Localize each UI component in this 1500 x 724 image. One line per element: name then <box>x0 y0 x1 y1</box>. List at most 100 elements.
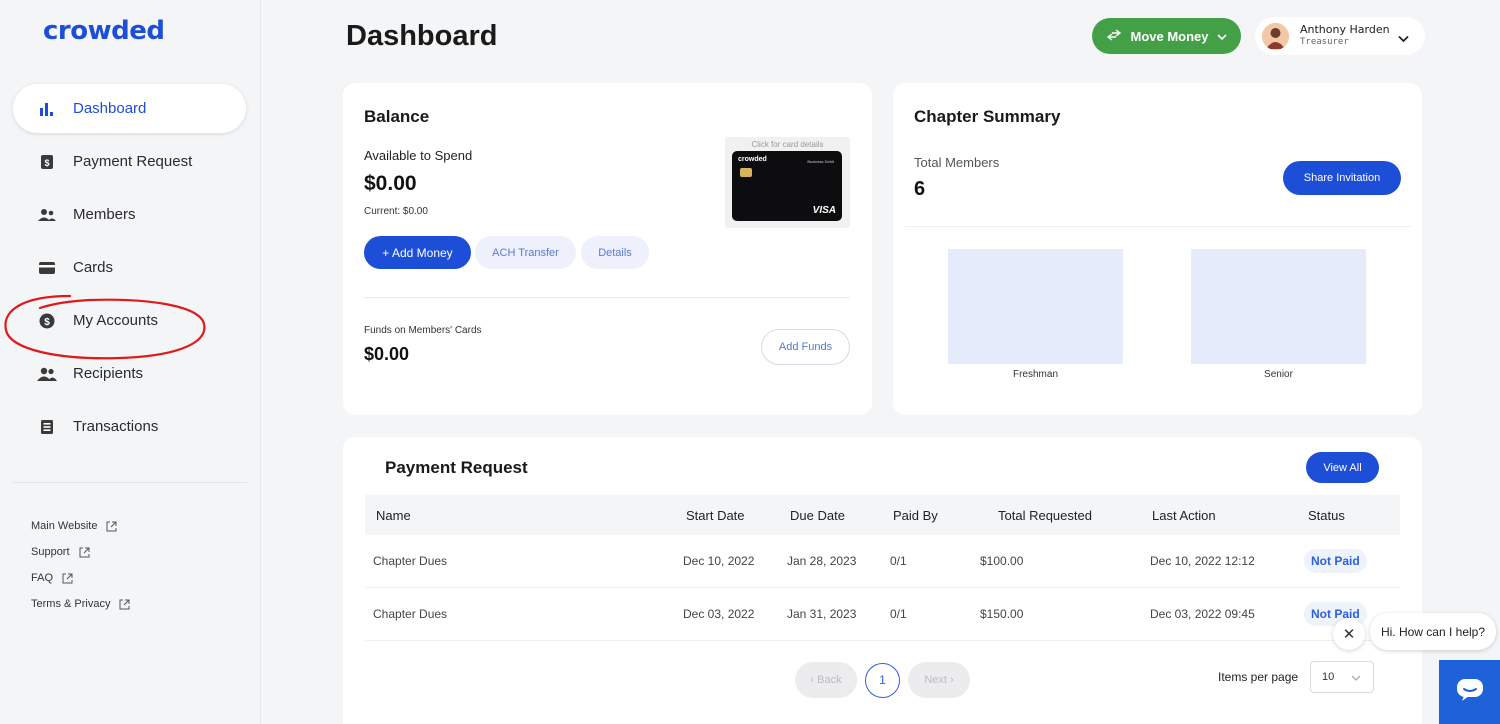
col-status: Status <box>1308 507 1345 523</box>
cell-name: Chapter Dues <box>373 554 448 568</box>
user-menu[interactable]: Anthony Harden Treasurer <box>1255 17 1425 55</box>
sidebar-item-transactions[interactable]: Transactions <box>13 402 246 451</box>
sidebar: crowded Dashboard $ Payment Request Memb… <box>0 0 261 724</box>
dollar-circle-icon: $ <box>37 313 57 329</box>
cell-total: $100.00 <box>980 554 1024 568</box>
chat-launcher-button[interactable] <box>1439 660 1500 724</box>
card-brand: crowded <box>738 156 767 163</box>
external-link-icon <box>79 547 90 558</box>
chart-bar-senior <box>1191 249 1366 364</box>
summary-title: Chapter Summary <box>914 107 1061 126</box>
details-button[interactable]: Details <box>581 236 649 269</box>
sidebar-item-cards[interactable]: Cards <box>13 243 246 292</box>
chevron-down-icon <box>1351 673 1361 685</box>
sidebar-item-label: Members <box>73 206 136 223</box>
members-by-class-chart: Freshman Senior <box>948 249 1366 380</box>
cell-start-date: Dec 03, 2022 <box>683 607 755 621</box>
user-name: Anthony Harden <box>1300 23 1390 36</box>
sidebar-nav: Dashboard $ Payment Request Members Card… <box>13 84 246 455</box>
table-row[interactable]: Chapter Dues Dec 03, 2022 Jan 31, 2023 0… <box>365 588 1400 641</box>
cell-total: $150.00 <box>980 607 1024 621</box>
cell-name: Chapter Dues <box>373 607 448 621</box>
chapter-summary-card: Chapter Summary Total Members 6 Share In… <box>893 83 1422 415</box>
cell-start-date: Dec 10, 2022 <box>683 554 755 568</box>
pager-back-button[interactable]: ‹ Back <box>795 662 857 698</box>
move-money-button[interactable]: Move Money <box>1092 18 1241 54</box>
cell-paid-by: 0/1 <box>890 607 907 621</box>
items-per-page-label: Items per page <box>1218 670 1299 684</box>
user-role: Treasurer <box>1300 37 1349 47</box>
recipients-icon <box>37 367 57 381</box>
sidebar-item-dashboard[interactable]: Dashboard <box>13 84 246 133</box>
payment-request-card: Payment Request View All Name Start Date… <box>343 437 1422 724</box>
link-support[interactable]: Support <box>31 539 130 565</box>
chart-category-label: Senior <box>1264 369 1294 380</box>
available-amount: $0.00 <box>364 172 417 195</box>
cell-due-date: Jan 31, 2023 <box>787 607 857 621</box>
external-links: Main Website Support FAQ Terms & Privacy <box>31 513 130 617</box>
members-icon <box>37 208 57 222</box>
total-members-value: 6 <box>914 178 926 200</box>
external-link-icon <box>106 521 117 532</box>
card-type: Business Debit <box>807 159 834 164</box>
pager-next-button[interactable]: Next › <box>908 662 970 698</box>
items-per-page-select[interactable]: 10 <box>1310 661 1374 693</box>
share-invitation-button[interactable]: Share Invitation <box>1283 161 1401 195</box>
debit-card-preview[interactable]: Click for card details crowded Business … <box>725 137 850 228</box>
chevron-down-icon <box>1398 30 1409 48</box>
col-start-date: Start Date <box>686 507 745 523</box>
cell-due-date: Jan 28, 2023 <box>787 554 857 568</box>
link-main-website[interactable]: Main Website <box>31 513 130 539</box>
cell-last-action: Dec 03, 2022 09:45 <box>1150 607 1255 621</box>
sidebar-item-label: Payment Request <box>73 153 193 170</box>
chat-greeting-bubble[interactable]: Hi. How can I help? <box>1370 613 1496 650</box>
sidebar-divider <box>13 482 247 483</box>
sidebar-item-recipients[interactable]: Recipients <box>13 349 246 398</box>
sidebar-item-members[interactable]: Members <box>13 190 246 239</box>
chat-icon <box>1456 678 1484 707</box>
col-due-date: Due Date <box>790 507 845 523</box>
link-faq[interactable]: FAQ <box>31 565 130 591</box>
link-label: Support <box>31 546 70 558</box>
col-paid-by: Paid By <box>893 507 938 523</box>
funds-amount: $0.00 <box>364 344 410 364</box>
current-balance: Current: $0.00 <box>364 206 428 217</box>
sidebar-item-label: Cards <box>73 259 114 276</box>
chat-close-button[interactable]: ✕ <box>1333 618 1365 650</box>
transfer-arrows-icon <box>1106 28 1122 44</box>
card-hint: Click for card details <box>751 140 824 149</box>
list-doc-icon <box>37 419 57 435</box>
view-all-button[interactable]: View All <box>1306 452 1379 483</box>
payment-request-title: Payment Request <box>385 458 528 477</box>
sidebar-item-payment-request[interactable]: $ Payment Request <box>13 137 246 186</box>
add-money-button[interactable]: + Add Money <box>364 236 471 269</box>
available-label: Available to Spend <box>364 148 473 163</box>
status-badge: Not Paid <box>1304 549 1367 573</box>
avatar <box>1262 22 1289 50</box>
pagination: ‹ Back 1 Next › <box>795 662 970 698</box>
chart-category-label: Freshman <box>1013 369 1058 380</box>
items-per-page-value: 10 <box>1322 671 1335 683</box>
card-icon <box>37 261 57 275</box>
table-row[interactable]: Chapter Dues Dec 10, 2022 Jan 28, 2023 0… <box>365 535 1400 588</box>
ach-transfer-button[interactable]: ACH Transfer <box>475 236 576 269</box>
funds-label: Funds on Members' Cards <box>364 325 482 336</box>
crowded-logo[interactable]: crowded <box>43 16 165 46</box>
pager-page-button[interactable]: 1 <box>865 662 900 698</box>
sidebar-item-my-accounts[interactable]: $ My Accounts <box>13 296 246 345</box>
visa-logo: VISA <box>812 205 836 216</box>
cell-paid-by: 0/1 <box>890 554 907 568</box>
chevron-down-icon <box>1216 29 1227 44</box>
add-funds-button[interactable]: Add Funds <box>761 329 850 365</box>
external-link-icon <box>119 599 130 610</box>
balance-title: Balance <box>364 107 430 126</box>
page-title: Dashboard <box>346 20 498 52</box>
user-info: Anthony Harden Treasurer <box>1300 23 1390 49</box>
link-terms-privacy[interactable]: Terms & Privacy <box>31 591 130 617</box>
external-link-icon <box>62 573 73 584</box>
col-last-action: Last Action <box>1152 507 1216 523</box>
chip-icon <box>740 168 752 177</box>
balance-card: Balance Available to Spend $0.00 Current… <box>343 83 872 415</box>
divider <box>364 297 850 298</box>
col-name: Name <box>376 507 411 523</box>
